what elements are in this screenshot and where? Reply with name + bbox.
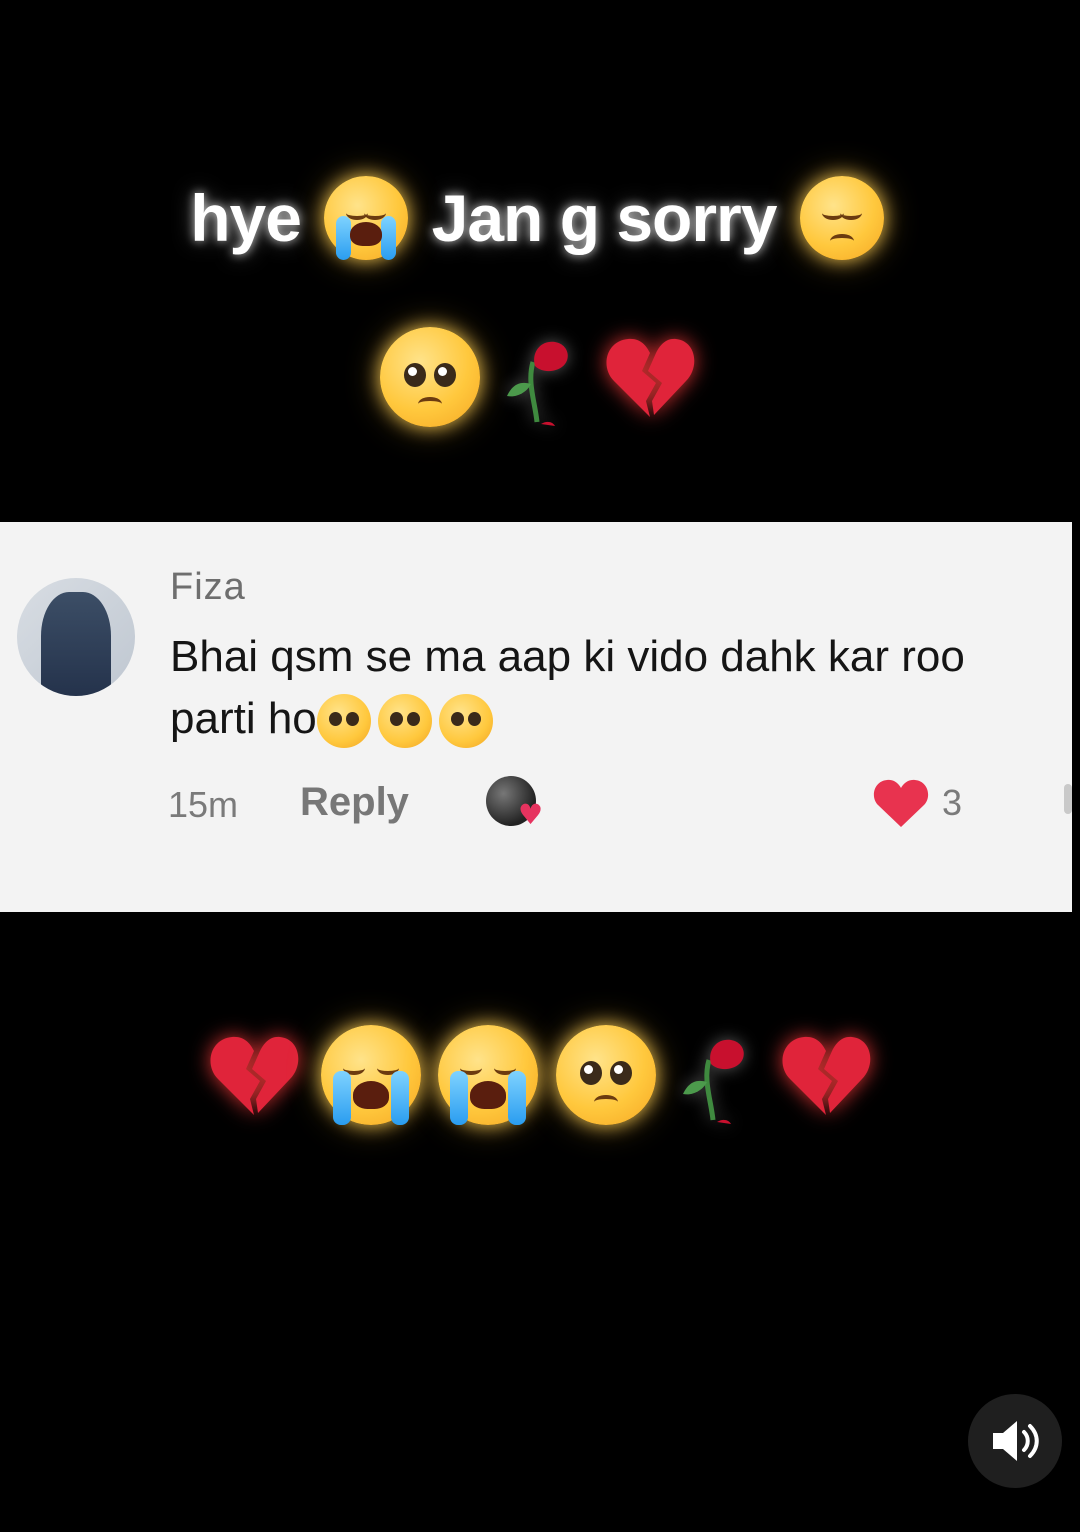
comment-text-line-2-words: parti ho — [170, 694, 317, 743]
wilted-rose-icon — [497, 322, 583, 432]
pleading-face-icon — [438, 694, 493, 749]
wilted-rose-icon — [673, 1020, 759, 1130]
reply-button[interactable]: Reply — [300, 780, 409, 825]
caption-headline: hye Jan g sorry — [0, 162, 1080, 268]
sound-toggle-button[interactable] — [968, 1394, 1062, 1488]
comment-username[interactable]: Fiza — [170, 566, 246, 609]
comment-text-line-2: parti ho — [170, 688, 1072, 750]
headline-word-1: hye — [190, 180, 302, 255]
broken-heart-icon — [204, 1025, 304, 1125]
video-frame[interactable]: hye Jan g sorry Fiza Bhai qsm se ma aap … — [0, 0, 1080, 1532]
pleading-face-icon — [379, 327, 480, 427]
loudly-crying-face-icon — [321, 1025, 422, 1125]
creator-liked-icon: ♥ — [486, 776, 552, 831]
like-count: 3 — [942, 782, 963, 823]
heart-icon — [873, 779, 929, 827]
comment-text-line-1: Bhai qsm se ma aap ki vido dahk kar roo — [170, 632, 965, 681]
pleading-face-icon — [316, 694, 371, 749]
broken-heart-icon — [776, 1025, 876, 1125]
broken-heart-icon — [600, 327, 700, 427]
speaker-icon — [993, 1421, 1039, 1461]
comment-time: 15m — [168, 784, 239, 825]
emoji-row-top — [0, 322, 1080, 432]
pleading-face-icon — [555, 1025, 656, 1125]
pensive-face-icon — [799, 175, 884, 260]
avatar[interactable] — [17, 578, 135, 696]
emoji-row-bottom — [0, 1020, 1080, 1130]
more-options-edge — [1064, 784, 1072, 814]
headline-word-2: Jan g sorry — [431, 180, 778, 255]
loudly-crying-face-icon — [438, 1025, 539, 1125]
comment-text: Bhai qsm se ma aap ki vido dahk kar roo … — [170, 626, 1072, 750]
loudly-crying-face-icon — [324, 175, 409, 260]
like-button[interactable]: 3 — [872, 776, 962, 830]
pleading-face-icon — [377, 694, 432, 749]
